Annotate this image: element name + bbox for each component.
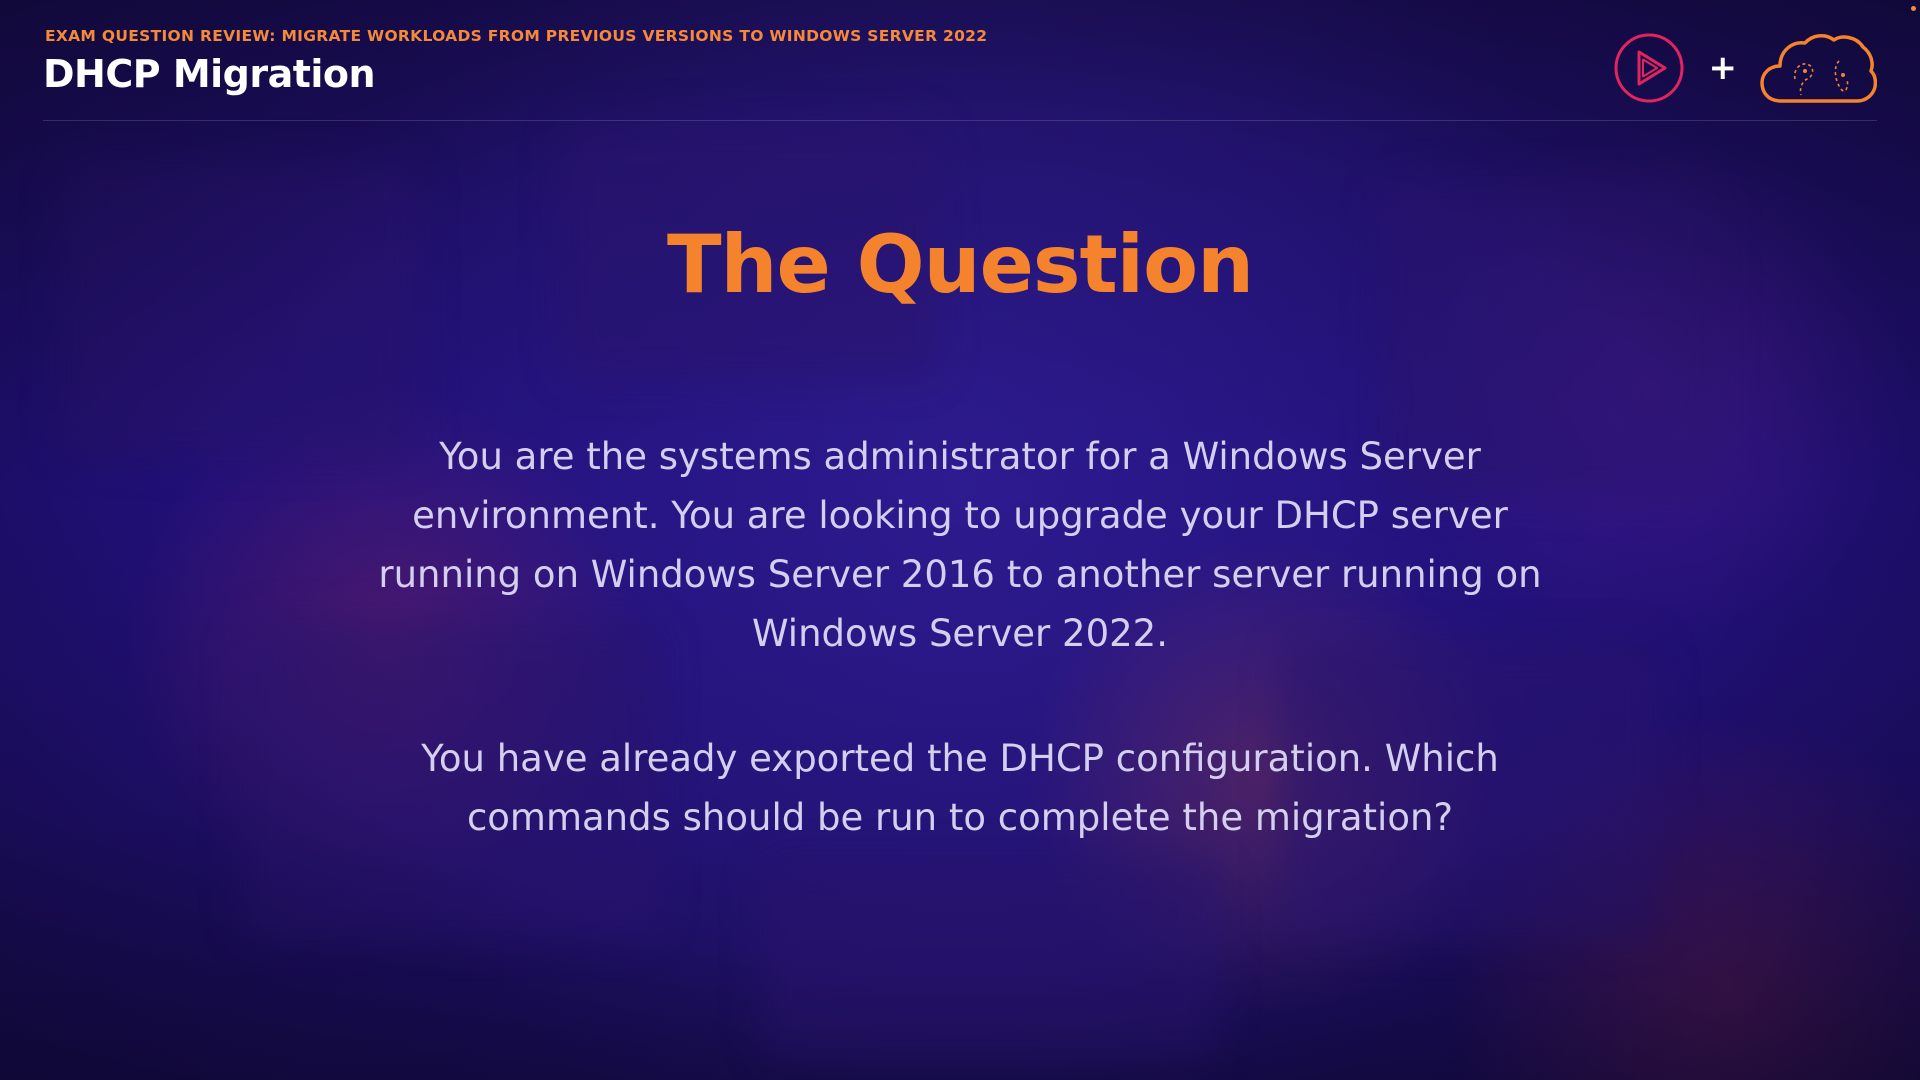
- cloud-logo-icon: [1760, 34, 1877, 103]
- brand-logos: +: [1613, 32, 1877, 104]
- question-paragraph: You are the systems administrator for a …: [378, 435, 1542, 655]
- page-title: DHCP Migration: [43, 52, 376, 96]
- course-eyebrow: EXAM QUESTION REVIEW: MIGRATE WORKLOADS …: [45, 27, 988, 45]
- question-paragraph: You have already exported the DHCP confi…: [421, 737, 1499, 839]
- logo-separator: +: [1708, 48, 1738, 88]
- corner-indicator-dot: [1911, 6, 1916, 11]
- play-circle-logo-icon: [1614, 33, 1683, 103]
- slide-heading: The Question: [666, 218, 1254, 311]
- slide-header: EXAM QUESTION REVIEW: MIGRATE WORKLOADS …: [43, 24, 1877, 121]
